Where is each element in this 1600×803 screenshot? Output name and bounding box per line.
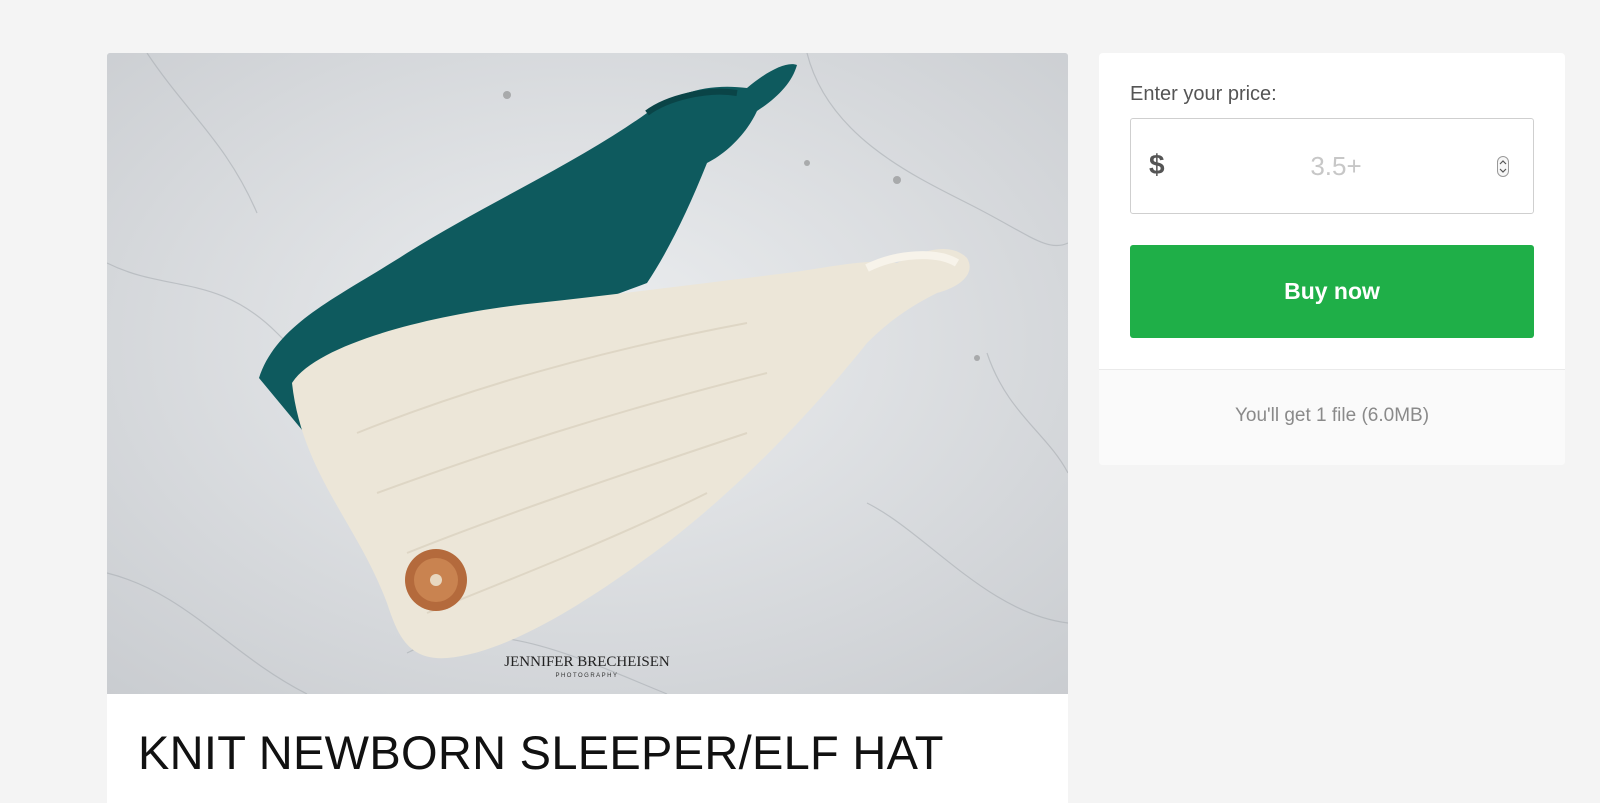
- price-field[interactable]: $: [1130, 118, 1534, 214]
- purchase-box: Enter your price: $ Buy now You'll get 1…: [1099, 53, 1565, 465]
- product-image[interactable]: JENNIFER BRECHEISEN PHOTOGRAPHY: [107, 53, 1068, 694]
- number-stepper-icon[interactable]: [1497, 156, 1509, 177]
- photo-watermark-sub: PHOTOGRAPHY: [555, 673, 618, 679]
- currency-symbol: $: [1149, 149, 1165, 180]
- product-title: KNIT NEWBORN SLEEPER/ELF HAT: [138, 726, 944, 779]
- buy-now-button[interactable]: Buy now: [1130, 245, 1534, 338]
- product-card: JENNIFER BRECHEISEN PHOTOGRAPHY KNIT NEW…: [107, 53, 1068, 803]
- file-info: You'll get 1 file (6.0MB): [1234, 405, 1430, 426]
- price-label: Enter your price:: [1130, 83, 1277, 105]
- knit-hat-photo: JENNIFER BRECHEISEN PHOTOGRAPHY: [107, 53, 1068, 694]
- price-input[interactable]: [1191, 143, 1481, 189]
- photo-watermark: JENNIFER BRECHEISEN: [504, 654, 670, 670]
- file-info-area: You'll get 1 file (6.0MB): [1099, 370, 1565, 465]
